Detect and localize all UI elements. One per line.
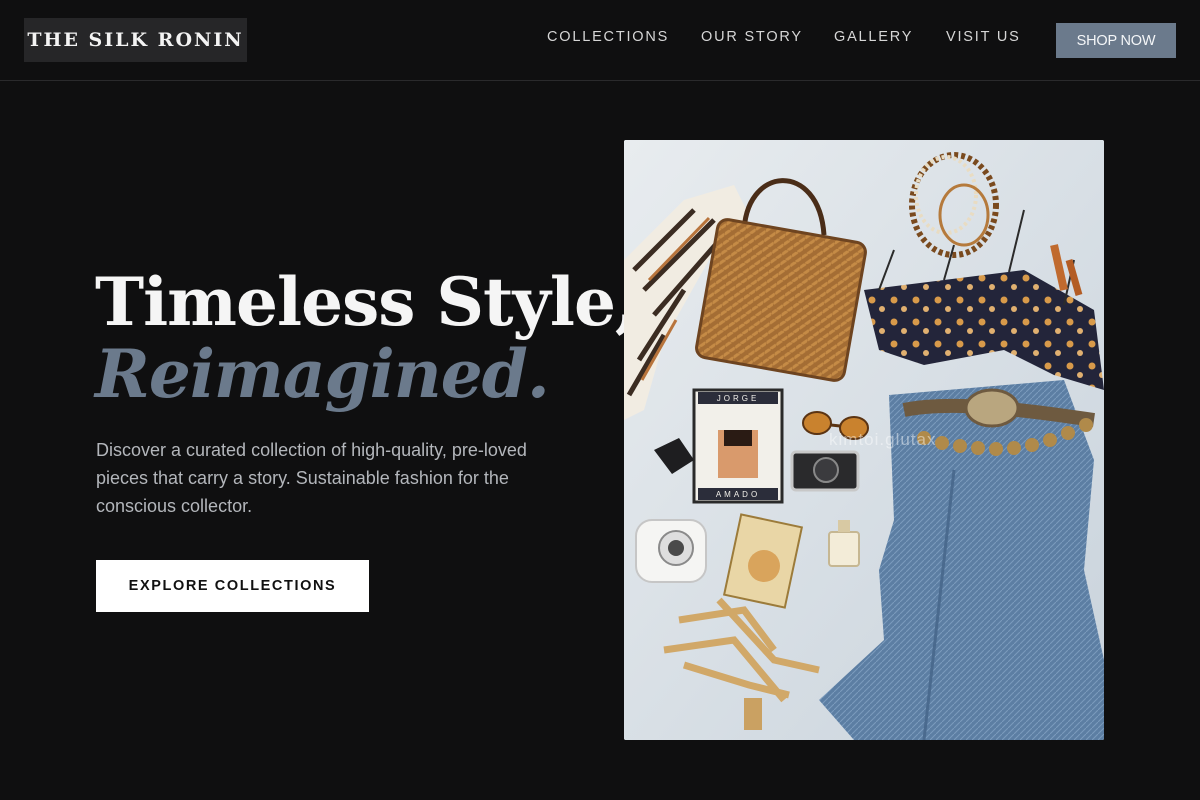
- hero-image: JORGE AMADO kimtoi.glutax: [624, 140, 1104, 740]
- nav-item-gallery[interactable]: GALLERY: [834, 29, 913, 45]
- film-camera: [790, 450, 860, 492]
- nav-item-visit-us[interactable]: VISIT US: [946, 29, 1021, 45]
- hero-title: Timeless Style, Reimagined.: [95, 263, 638, 413]
- nav-item-collections[interactable]: COLLECTIONS: [547, 29, 669, 45]
- hero-title-line1: Timeless Style,: [95, 263, 638, 341]
- hero-description: Discover a curated collection of high-qu…: [96, 440, 527, 516]
- main-nav: COLLECTIONS OUR STORY GALLERY VISIT US S…: [0, 0, 1200, 81]
- shop-now-button[interactable]: SHOP NOW: [1056, 23, 1176, 58]
- site-header: THE SILK RONIN COLLECTIONS OUR STORY GAL…: [0, 0, 1200, 81]
- explore-collections-button[interactable]: EXPLORE COLLECTIONS: [96, 560, 369, 612]
- flatlay-photo: JORGE AMADO kimtoi.glutax: [624, 140, 1104, 740]
- sandal-heel: [744, 698, 762, 730]
- nav-item-our-story[interactable]: OUR STORY: [701, 29, 803, 45]
- instant-camera: [635, 519, 707, 583]
- hero-title-line2: Reimagined.: [95, 335, 550, 413]
- photo-watermark: kimtoi.glutax: [829, 430, 936, 449]
- book-bottom-text: AMADO: [716, 490, 760, 499]
- jorge-amado-book: JORGE AMADO: [692, 388, 784, 504]
- book-top-text: JORGE: [717, 394, 760, 403]
